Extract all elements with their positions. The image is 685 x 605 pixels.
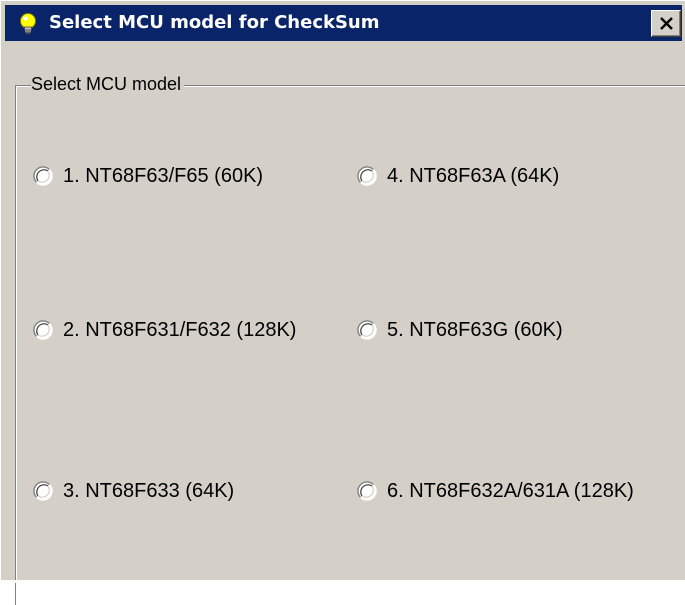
select-mcu-dialog: Select MCU model for CheckSum Select MCU… [0,0,685,605]
title-bar[interactable]: Select MCU model for CheckSum [5,5,682,41]
radio-button-icon[interactable] [357,320,377,340]
radio-option-6[interactable]: 6. NT68F632A/631A (128K) [357,478,634,504]
radio-option-1-label: 1. NT68F63/F65 (60K) [63,165,264,187]
radio-button-icon[interactable] [33,320,53,340]
window-title: Select MCU model for CheckSum [49,12,380,33]
close-icon [660,17,673,30]
radio-option-4[interactable]: 4. NT68F63A (64K) [357,163,559,189]
radio-option-2[interactable]: 2. NT68F631/F632 (128K) [33,317,296,343]
radio-option-2-label: 2. NT68F631/F632 (128K) [63,319,297,341]
groupbox-label: Select MCU model [31,73,185,95]
radio-button-icon[interactable] [357,481,377,501]
radio-option-5[interactable]: 5. NT68F63G (60K) [357,317,563,343]
radio-option-6-label: 6. NT68F632A/631A (128K) [387,480,634,502]
radio-button-icon[interactable] [33,166,53,186]
close-button[interactable] [651,10,681,37]
radio-button-icon[interactable] [357,166,377,186]
radio-option-5-label: 5. NT68F63G (60K) [387,319,563,341]
radio-option-1[interactable]: 1. NT68F63/F65 (60K) [33,163,263,189]
radio-option-3-label: 3. NT68F633 (64K) [63,480,235,502]
radio-option-4-label: 4. NT68F63A (64K) [387,165,560,187]
radio-button-icon[interactable] [33,481,53,501]
radio-option-3[interactable]: 3. NT68F633 (64K) [33,478,234,504]
lightbulb-icon [17,12,39,36]
